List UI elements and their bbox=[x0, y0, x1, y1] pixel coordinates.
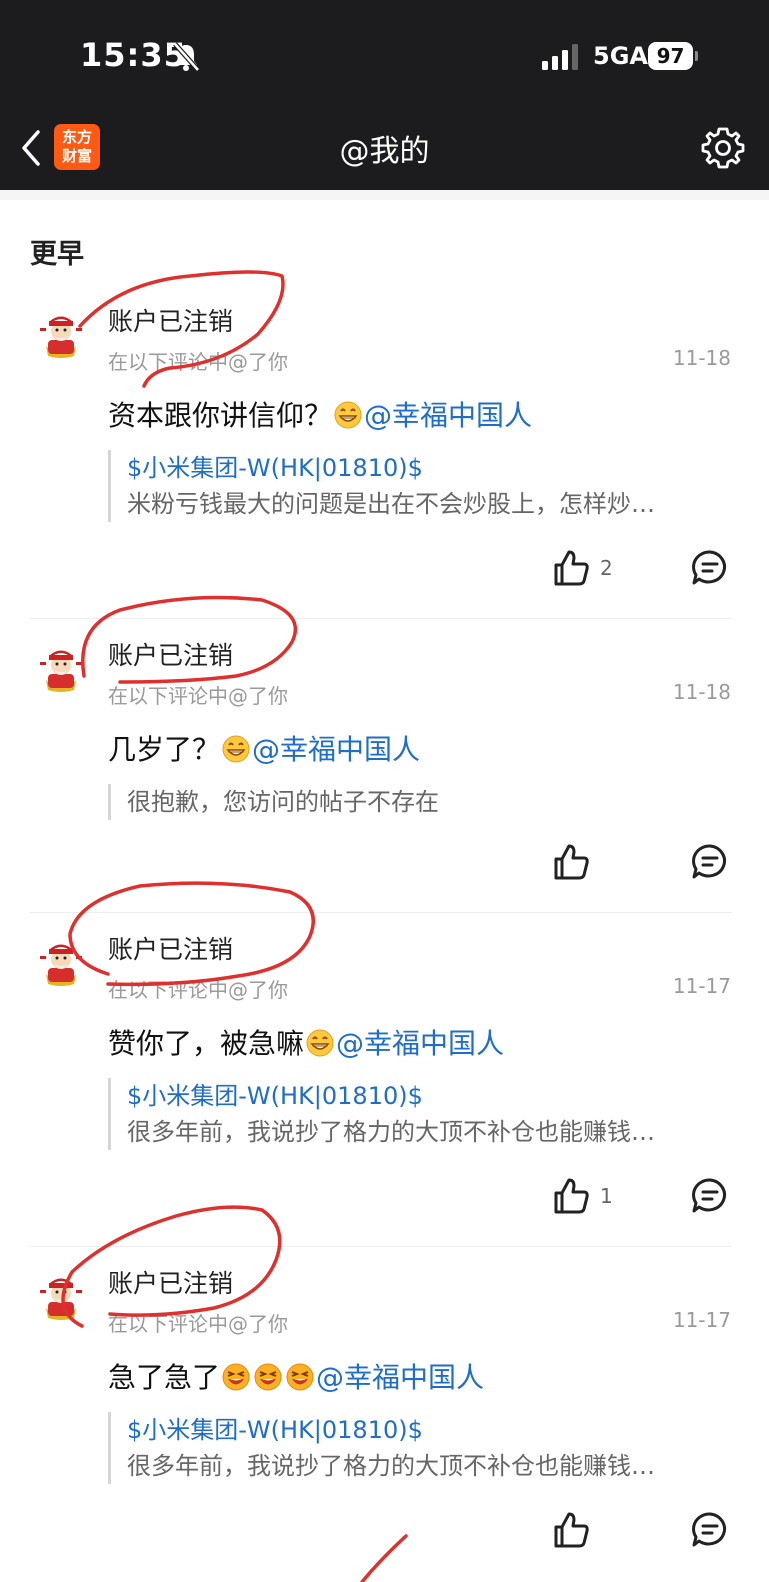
section-title: 更早 bbox=[30, 239, 84, 270]
message-text[interactable]: 急了急了 @幸福中国人 bbox=[108, 1356, 484, 1396]
like-count: 1 bbox=[600, 1184, 613, 1208]
laughing-face-icon bbox=[286, 1363, 315, 1391]
mention-link[interactable]: @幸福中国人 bbox=[316, 1361, 484, 1394]
timestamp: 11-17 bbox=[672, 1308, 731, 1332]
avatar[interactable] bbox=[38, 646, 84, 692]
message-text[interactable]: 资本跟你讲信仰？ @幸福中国人 bbox=[108, 394, 532, 434]
mention-link[interactable]: @幸福中国人 bbox=[252, 733, 420, 766]
top-bar: 15:35 5GA 97 东方 财富 @我的 bbox=[0, 0, 769, 190]
like-count: 2 bbox=[600, 556, 613, 580]
network-type: 5GA bbox=[593, 42, 648, 70]
signal-strength-icon bbox=[542, 44, 578, 70]
bell-muted-icon bbox=[173, 42, 200, 72]
stock-link[interactable]: $小米集团-W(HK|01810)$ bbox=[127, 1078, 727, 1114]
message-body: 赞你了，被急嘛 bbox=[108, 1027, 305, 1060]
gear-icon[interactable] bbox=[701, 126, 745, 170]
thumbs-up-icon[interactable] bbox=[552, 1510, 592, 1550]
quoted-post[interactable]: 很抱歉，您访问的帖子不存在 bbox=[108, 784, 727, 820]
mention-link[interactable]: @幸福中国人 bbox=[364, 399, 532, 432]
stock-link[interactable]: $小米集团-W(HK|01810)$ bbox=[127, 1412, 727, 1448]
quoted-text: 很多年前，我说抄了格力的大顶不补仓也能赚钱… bbox=[127, 1118, 655, 1146]
message-body: 急了急了 bbox=[108, 1361, 221, 1394]
comment-bubble-icon[interactable] bbox=[690, 842, 730, 882]
timestamp: 11-18 bbox=[672, 346, 731, 370]
message-body: 几岁了？ bbox=[108, 733, 221, 766]
divider bbox=[30, 1246, 732, 1247]
page-title: @我的 bbox=[339, 134, 430, 169]
battery-icon: 97 bbox=[648, 42, 698, 70]
divider bbox=[30, 618, 732, 619]
content-top-separator bbox=[0, 190, 769, 200]
laughing-face-icon bbox=[254, 1363, 283, 1391]
divider bbox=[30, 912, 732, 913]
comment-bubble-icon[interactable] bbox=[690, 548, 730, 588]
quoted-text: 米粉亏钱最大的问题是出在不会炒股上，怎样炒… bbox=[127, 490, 655, 518]
thumbs-up-icon[interactable] bbox=[552, 842, 592, 882]
timestamp: 11-18 bbox=[672, 680, 731, 704]
avatar[interactable] bbox=[38, 312, 84, 358]
username[interactable]: 账户已注销 bbox=[108, 636, 233, 672]
quoted-post[interactable]: $小米集团-W(HK|01810)$ 很多年前，我说抄了格力的大顶不补仓也能赚钱… bbox=[108, 1412, 727, 1484]
avatar[interactable] bbox=[38, 940, 84, 986]
mention-context: 在以下评论中@了你 bbox=[108, 1312, 288, 1336]
username[interactable]: 账户已注销 bbox=[108, 1264, 233, 1300]
comment-bubble-icon[interactable] bbox=[690, 1176, 730, 1216]
message-text[interactable]: 几岁了？ @幸福中国人 bbox=[108, 728, 420, 768]
timestamp: 11-17 bbox=[672, 974, 731, 998]
mention-link[interactable]: @幸福中国人 bbox=[336, 1027, 504, 1060]
quoted-text: 很抱歉，您访问的帖子不存在 bbox=[127, 788, 439, 816]
grinning-face-icon bbox=[306, 1029, 335, 1057]
avatar[interactable] bbox=[38, 1274, 84, 1320]
username[interactable]: 账户已注销 bbox=[108, 302, 233, 338]
quoted-text: 很多年前，我说抄了格力的大顶不补仓也能赚钱… bbox=[127, 1452, 655, 1480]
battery-level: 97 bbox=[648, 42, 693, 70]
mention-context: 在以下评论中@了你 bbox=[108, 978, 288, 1002]
mention-context: 在以下评论中@了你 bbox=[108, 684, 288, 708]
grinning-face-icon bbox=[334, 401, 363, 429]
quoted-post[interactable]: $小米集团-W(HK|01810)$ 很多年前，我说抄了格力的大顶不补仓也能赚钱… bbox=[108, 1078, 727, 1150]
thumbs-up-icon[interactable] bbox=[552, 548, 592, 588]
grinning-face-icon bbox=[222, 735, 251, 763]
mention-context: 在以下评论中@了你 bbox=[108, 350, 288, 374]
laughing-face-icon bbox=[222, 1363, 251, 1391]
thumbs-up-icon[interactable] bbox=[552, 1176, 592, 1216]
quoted-post[interactable]: $小米集团-W(HK|01810)$ 米粉亏钱最大的问题是出在不会炒股上，怎样炒… bbox=[108, 450, 727, 522]
message-text[interactable]: 赞你了，被急嘛 @幸福中国人 bbox=[108, 1022, 504, 1062]
username[interactable]: 账户已注销 bbox=[108, 930, 233, 966]
stock-link[interactable]: $小米集团-W(HK|01810)$ bbox=[127, 450, 727, 486]
message-body: 资本跟你讲信仰？ bbox=[108, 399, 333, 432]
status-time: 15:35 bbox=[80, 36, 187, 74]
comment-bubble-icon[interactable] bbox=[690, 1510, 730, 1550]
